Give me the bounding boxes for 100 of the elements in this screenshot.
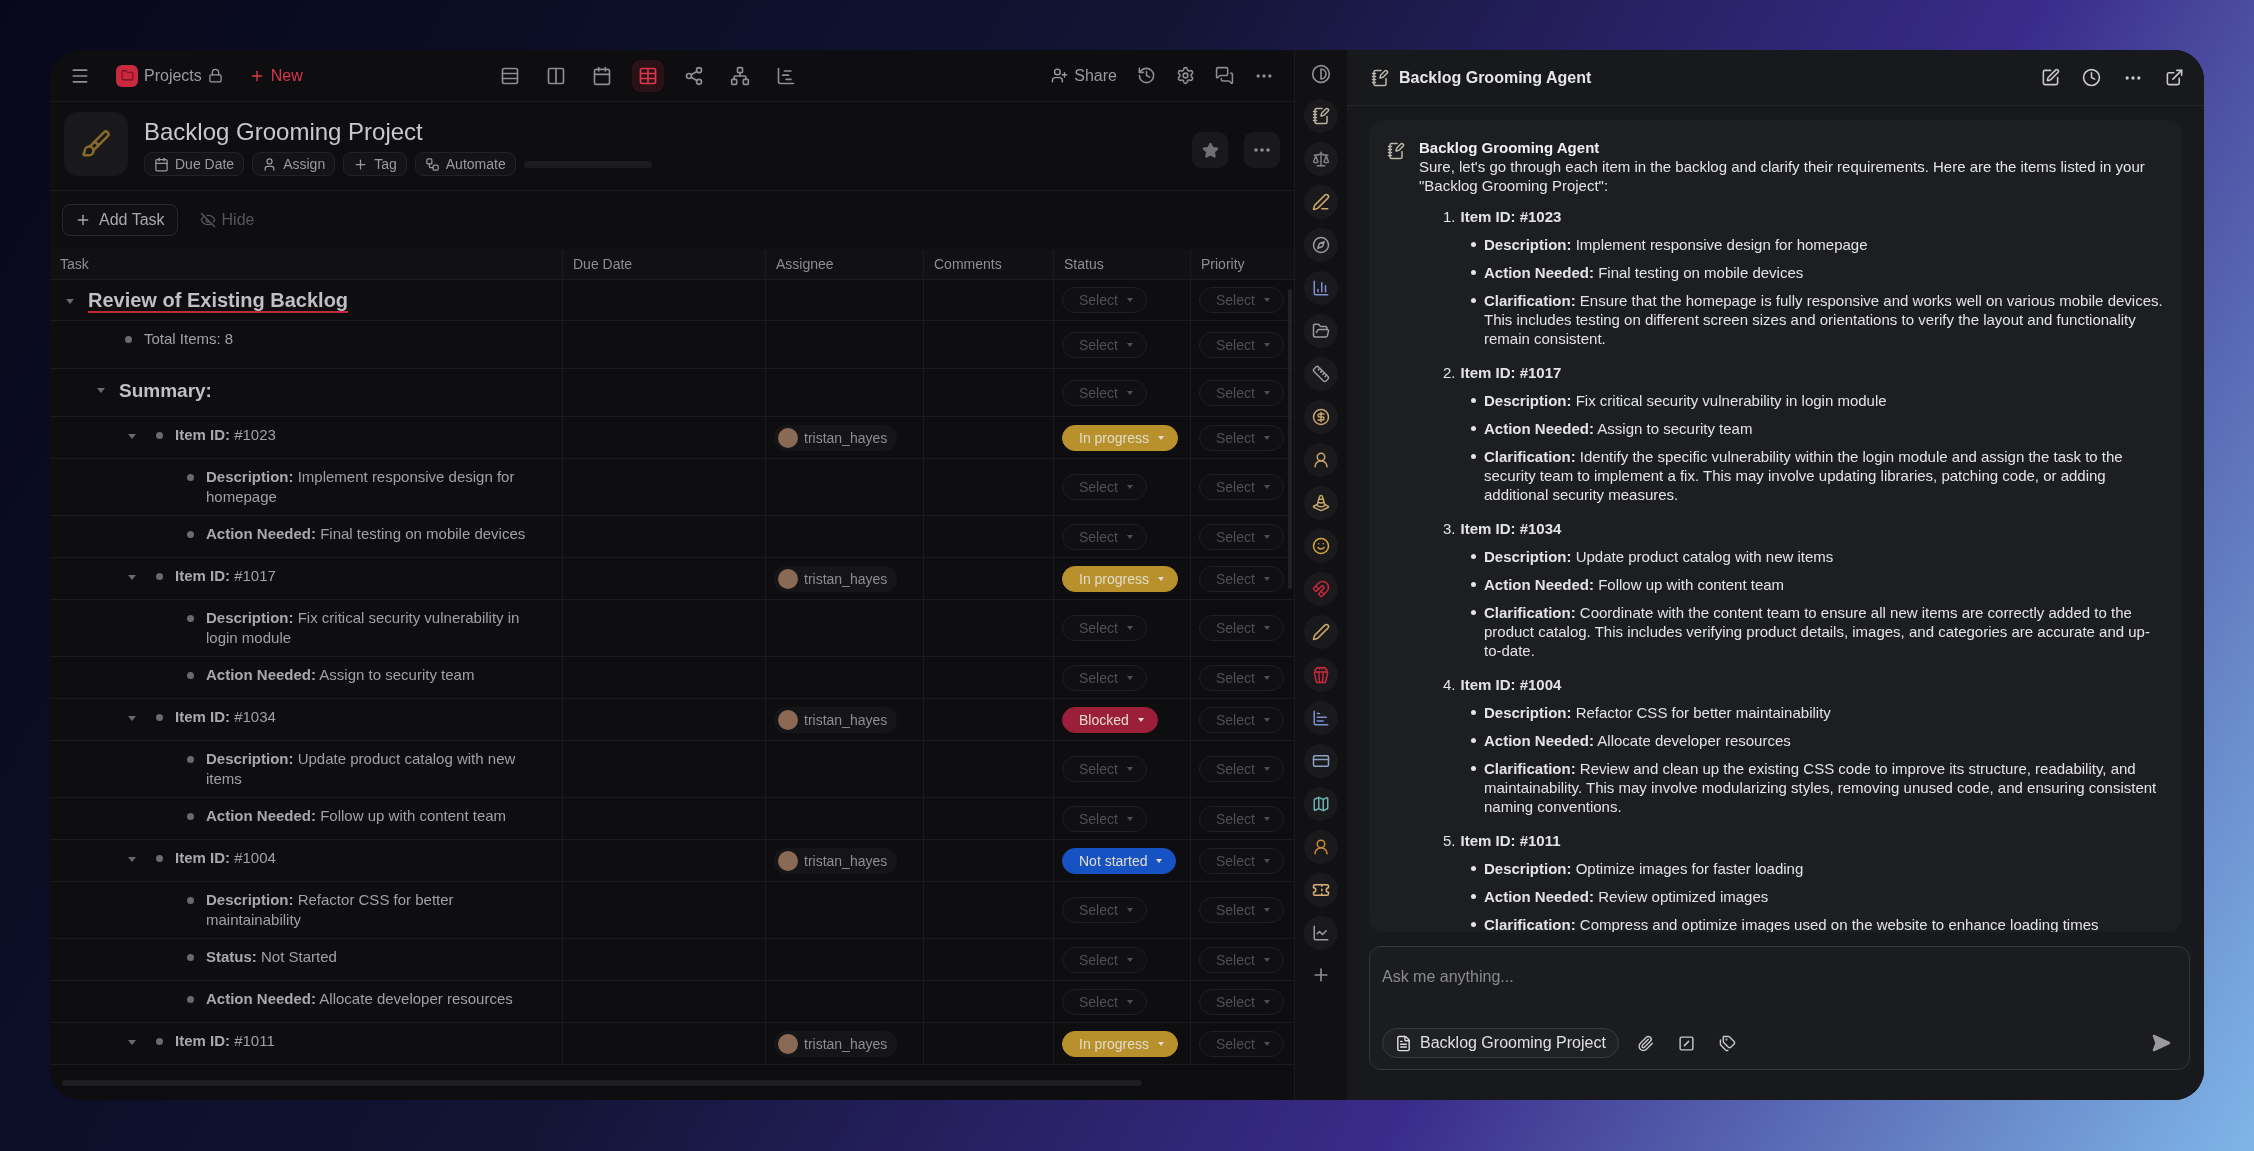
status-select[interactable]: Select: [1062, 897, 1147, 923]
bullet-dot: [1471, 270, 1476, 275]
task-text: Action Needed: Assign to security team: [206, 665, 475, 685]
status-select[interactable]: In progress: [1062, 424, 1179, 451]
add-task-button[interactable]: Add Task: [62, 204, 178, 236]
bullet-dot: [1471, 866, 1476, 871]
money-icon[interactable]: [1304, 400, 1338, 434]
status-select[interactable]: Select: [1062, 805, 1147, 832]
chart-icon[interactable]: [1304, 271, 1338, 305]
ticket-icon[interactable]: [1304, 873, 1338, 907]
status-select[interactable]: Select: [1062, 664, 1147, 691]
assignee-chip[interactable]: tristan_hayes: [774, 424, 898, 451]
priority-select[interactable]: Select: [1199, 523, 1284, 550]
priority-select[interactable]: Select: [1199, 847, 1284, 874]
assignee-chip[interactable]: tristan_hayes: [774, 565, 898, 592]
card-icon[interactable]: [1304, 744, 1338, 778]
priority-select[interactable]: Select: [1199, 331, 1284, 358]
priority-select[interactable]: Select: [1199, 897, 1284, 923]
status-select[interactable]: Select: [1062, 331, 1147, 358]
context-chip[interactable]: Backlog Grooming Project: [1382, 1028, 1619, 1058]
chat-input[interactable]: Ask me anything... Backlog Grooming Project: [1369, 946, 2190, 1070]
task-text: Item ID: #1017: [175, 566, 276, 586]
caret-icon: [1136, 715, 1145, 724]
priority-select[interactable]: Select: [1199, 379, 1284, 406]
caret-icon: [1155, 856, 1164, 865]
status-select[interactable]: Not started: [1062, 847, 1177, 874]
status-select[interactable]: Select: [1062, 379, 1147, 406]
status-select[interactable]: Select: [1062, 756, 1147, 782]
bullet-dot: [125, 336, 132, 343]
agent-title: Backlog Grooming Agent: [1399, 68, 1593, 87]
caret-icon: [1125, 296, 1134, 304]
folder-icon[interactable]: [1304, 314, 1338, 348]
table-view-icon[interactable]: [632, 59, 664, 92]
tag-chip[interactable]: Tag: [343, 152, 407, 176]
priority-select[interactable]: Select: [1199, 756, 1284, 782]
projects-link[interactable]: Projects: [110, 60, 229, 91]
list-number: 2.: [1443, 363, 1456, 382]
map-icon[interactable]: [1304, 787, 1338, 821]
share-button[interactable]: Share: [1045, 62, 1123, 89]
bullet-dot: [187, 897, 194, 904]
ruler-icon[interactable]: [1304, 357, 1338, 391]
priority-select[interactable]: Select: [1199, 287, 1284, 313]
notebook-icon[interactable]: [1304, 99, 1338, 133]
assign-chip[interactable]: Assign: [252, 152, 336, 176]
smiley-icon[interactable]: [1304, 529, 1338, 563]
plus-icon: [353, 156, 369, 172]
assignee-chip[interactable]: tristan_hayes: [774, 706, 898, 733]
message-text: Action Needed: Final testing on mobile devices: [1484, 263, 1804, 282]
assignee-chip[interactable]: tristan_hayes: [774, 847, 898, 874]
status-select[interactable]: Select: [1062, 615, 1147, 641]
priority-select[interactable]: Select: [1199, 946, 1284, 973]
more-button[interactable]: [1244, 132, 1280, 168]
pen-icon[interactable]: [1304, 615, 1338, 649]
priority-select[interactable]: Select: [1199, 805, 1284, 832]
star-button[interactable]: [1192, 132, 1228, 168]
status-select[interactable]: Select: [1062, 287, 1147, 313]
person-icon[interactable]: [1304, 830, 1338, 864]
bullet-dot: [1471, 554, 1476, 559]
bullet-dot: [187, 756, 194, 763]
hide-button[interactable]: Hide: [193, 207, 261, 233]
avatar: [778, 568, 798, 589]
priority-select[interactable]: Select: [1199, 664, 1284, 691]
priority-select[interactable]: Select: [1199, 474, 1284, 500]
pen-icon[interactable]: [1304, 185, 1338, 219]
status-select[interactable]: Select: [1062, 946, 1147, 973]
chart-icon[interactable]: [1304, 916, 1338, 950]
avatar: [778, 427, 798, 448]
priority-select[interactable]: Select: [1199, 1030, 1284, 1057]
section-heading: Summary:: [119, 379, 212, 403]
status-select[interactable]: In progress: [1062, 565, 1179, 592]
compass-icon[interactable]: [1304, 228, 1338, 262]
new-button[interactable]: New: [242, 62, 309, 89]
status-select[interactable]: Select: [1062, 988, 1147, 1015]
caret-icon: [1262, 532, 1271, 541]
status-select[interactable]: Blocked: [1062, 706, 1158, 733]
plus-icon: [75, 212, 91, 228]
caret-icon: [1125, 532, 1134, 541]
status-select[interactable]: In progress: [1062, 1030, 1179, 1057]
priority-select[interactable]: Select: [1199, 424, 1284, 451]
priority-select[interactable]: Select: [1199, 706, 1284, 733]
magnet-icon[interactable]: [1304, 572, 1338, 606]
person-icon[interactable]: [1304, 443, 1338, 477]
automate-chip[interactable]: Automate: [414, 152, 516, 176]
due-date-chip[interactable]: Due Date: [144, 152, 245, 176]
bullet-dot: [1471, 766, 1476, 771]
popcorn-icon[interactable]: [1304, 658, 1338, 692]
scale-icon[interactable]: [1304, 142, 1338, 176]
chart-icon[interactable]: [1304, 701, 1338, 735]
priority-select[interactable]: Select: [1199, 565, 1284, 592]
caret-icon: [1262, 765, 1271, 773]
priority-select[interactable]: Select: [1199, 615, 1284, 641]
cone-icon[interactable]: [1304, 486, 1338, 520]
status-select[interactable]: Select: [1062, 523, 1147, 550]
status-select[interactable]: Select: [1062, 474, 1147, 500]
task-text: Item ID: #1011: [175, 1031, 275, 1051]
priority-select[interactable]: Select: [1199, 988, 1284, 1015]
message-author: Backlog Grooming Agent: [1419, 138, 1601, 157]
caret-icon: [1125, 955, 1134, 964]
assignee-chip[interactable]: tristan_hayes: [774, 1030, 898, 1057]
task-text: Description: Update product catalog with new items: [206, 749, 517, 789]
